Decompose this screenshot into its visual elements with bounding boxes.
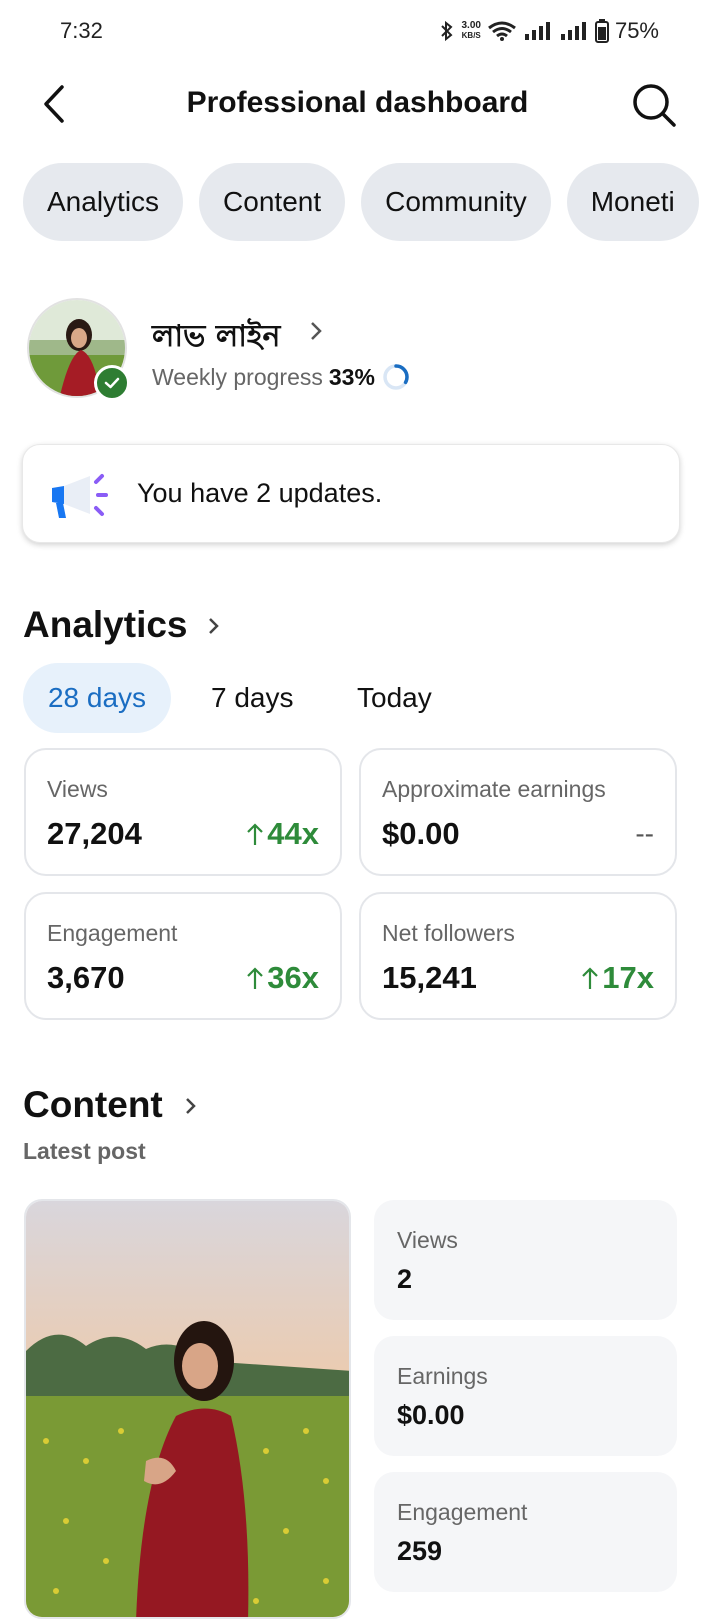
content-section-title[interactable]: Content: [23, 1084, 163, 1126]
chevron-right-icon[interactable]: [205, 612, 223, 640]
metric-value: $0.00: [397, 1400, 465, 1430]
stat-delta: 17x: [580, 960, 654, 996]
arrow-up-icon: [247, 823, 264, 845]
stat-label: Views: [47, 776, 108, 802]
battery-percent: 75%: [614, 18, 659, 43]
stat-delta: 36x: [245, 960, 319, 996]
stat-label: Engagement: [47, 920, 178, 946]
stat-value: $0.00: [382, 816, 460, 851]
megaphone-icon: [52, 474, 108, 518]
period-today[interactable]: Today: [357, 663, 432, 733]
metric-card-engagement[interactable]: [374, 1472, 677, 1592]
analytics-section-title[interactable]: Analytics: [23, 604, 188, 646]
weekly-progress[interactable]: Weekly progress 33%: [152, 362, 411, 392]
progress-label: Weekly progress: [152, 363, 323, 390]
content-subtitle: Latest post: [23, 1138, 146, 1164]
stat-delta: 44x: [245, 816, 319, 852]
stat-delta-value: --: [635, 818, 654, 849]
stat-card-earnings[interactable]: [359, 748, 677, 876]
stat-value: 3,670: [47, 960, 125, 995]
metric-label: Earnings: [397, 1363, 488, 1389]
stat-delta-value: 36x: [267, 960, 319, 995]
status-time: 7:32: [60, 18, 103, 43]
metric-value: 259: [397, 1536, 443, 1566]
stat-delta-value: 17x: [602, 960, 654, 995]
stat-label: Approximate earnings: [382, 776, 606, 802]
chevron-right-icon[interactable]: [306, 316, 326, 346]
wifi-icon: [488, 21, 516, 41]
status-icons: 3.00 KB/S 75%: [439, 16, 659, 46]
tab-content[interactable]: Content: [199, 163, 346, 241]
stat-card-net-followers[interactable]: [359, 892, 677, 1020]
tab-community[interactable]: Community: [361, 163, 551, 241]
post-image: [26, 1201, 349, 1617]
stat-value: 27,204: [47, 816, 142, 851]
metric-value: 2: [397, 1264, 413, 1294]
stat-value: 15,241: [382, 960, 477, 995]
period-28-days[interactable]: 28 days: [23, 663, 171, 733]
arrow-up-icon: [582, 967, 599, 989]
stat-card-views[interactable]: [24, 748, 342, 876]
metric-card-views[interactable]: [374, 1200, 677, 1320]
period-7-days[interactable]: 7 days: [211, 663, 294, 733]
stat-delta-value: 44x: [267, 816, 319, 851]
page-title: Professional dashboard: [186, 86, 529, 119]
tab-bar: Analytics Content Community Moneti: [23, 163, 701, 243]
search-button[interactable]: [629, 80, 679, 130]
progress-ring-icon: [383, 364, 409, 390]
progress-value: 33%: [328, 363, 375, 390]
bluetooth-icon: [441, 20, 453, 42]
chevron-right-icon[interactable]: [182, 1092, 200, 1120]
latest-post-thumbnail[interactable]: [24, 1199, 351, 1619]
network-speed: 3.00 KB/S: [461, 21, 480, 41]
tab-monetization[interactable]: Moneti: [566, 163, 699, 241]
arrow-up-icon: [247, 967, 264, 989]
metric-card-earnings[interactable]: [374, 1336, 677, 1456]
verified-badge: [94, 365, 130, 401]
battery-icon: [594, 19, 609, 43]
search-icon: [633, 84, 676, 127]
signal-icon: [524, 22, 550, 40]
signal-icon-2: [560, 22, 586, 40]
updates-text: You have 2 updates.: [137, 478, 383, 508]
metric-label: Views: [397, 1227, 458, 1253]
metric-label: Engagement: [397, 1499, 528, 1525]
profile-name[interactable]: লাভ লাইন: [152, 312, 280, 363]
network-speed-unit: KB/S: [461, 31, 481, 40]
stat-card-engagement[interactable]: [24, 892, 342, 1020]
network-speed-value: 3.00: [461, 20, 481, 31]
stat-label: Net followers: [382, 920, 515, 946]
tab-analytics[interactable]: Analytics: [23, 163, 184, 241]
check-icon: [104, 377, 120, 389]
